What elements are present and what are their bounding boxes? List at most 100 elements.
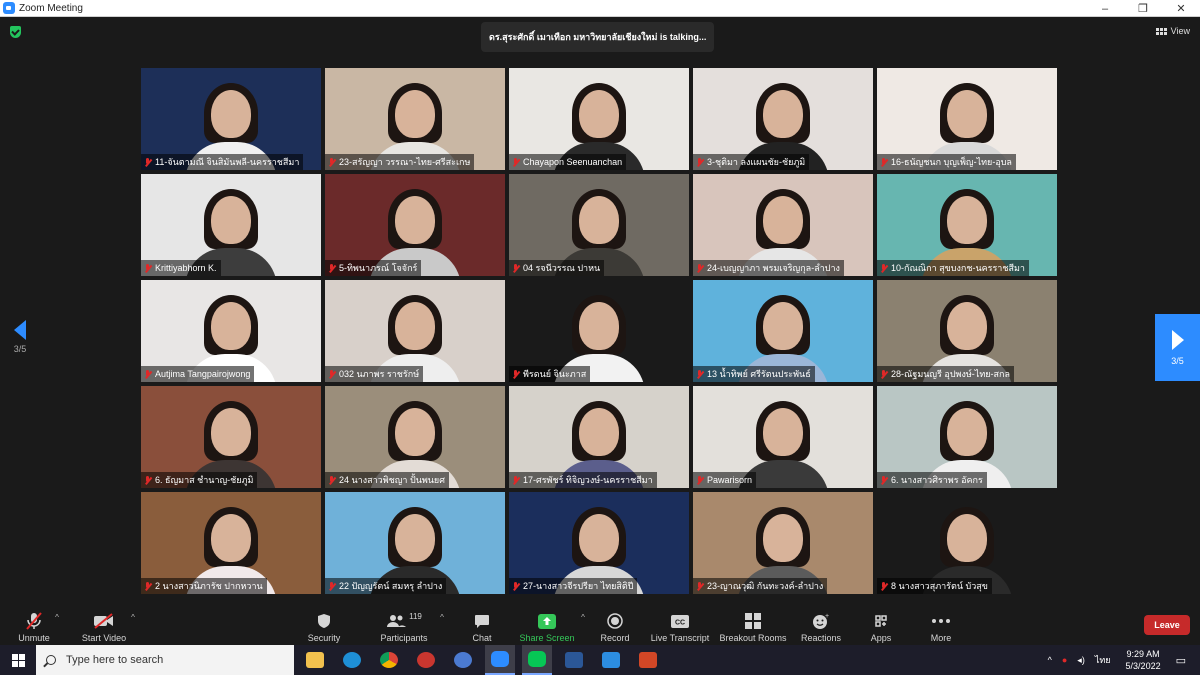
participant-name: 3-ชุติมา ลงแผนชัย-ชัยภูมิ [707,157,806,167]
word-app[interactable] [559,645,589,675]
speaker-icon[interactable]: ◂) [1077,655,1085,666]
line-app[interactable] [522,645,552,675]
next-page-indicator: 3/5 [1171,355,1184,366]
talking-banner: ดร.สุระศักดิ์ เมาเทือก มหาวิทยาลัยเชียงใ… [481,22,715,52]
zoom-app[interactable] [485,645,515,675]
chevron-up-icon[interactable]: ^ [1048,655,1052,665]
live-transcript-button[interactable]: CC Live Transcript [650,607,710,643]
participant-face [947,90,987,138]
breakout-rooms-button[interactable]: Breakout Rooms [718,607,788,643]
participant-tile[interactable]: 10-กัณณิกา สุขบงกช-นครราชสีมา [877,174,1057,276]
participant-name: 04 รจนีวรรณ ปาหน [523,263,601,273]
participant-tile[interactable]: 3-ชุติมา ลงแผนชัย-ชัยภูมิ [693,68,873,170]
participant-tile[interactable]: Autjima Tangpairojwong [141,280,321,382]
participant-name-label: 5-ทิพนาภรณ์ โจจักร์ [325,260,422,276]
participant-tile[interactable]: 22 ปัญญรัตน์ สมหรุ ลำปาง [325,492,505,594]
apps-icon [873,611,889,631]
minimize-button[interactable]: – [1086,0,1124,17]
reactions-button[interactable]: + Reactions [800,607,842,644]
participant-face [763,408,803,456]
participant-tile[interactable]: 6. ธัญมาส ชำนาญ-ชัยภูมิ [141,386,321,488]
participant-tile[interactable]: 04 รจนีวรรณ ปาหน [509,174,689,276]
participant-name: Pawarisorn [707,475,753,485]
participant-name: 17-ศรพัชร์ ทิจิญวงษ์-นครราชสีมา [523,475,653,485]
network-alert-icon[interactable]: ● [1062,655,1067,665]
app-5[interactable] [448,645,478,675]
prev-page-button[interactable]: 3/5 [8,320,32,354]
next-page-button[interactable]: 3/5 [1155,314,1200,381]
leave-button[interactable]: Leave [1144,615,1190,635]
close-button[interactable]: ✕ [1162,0,1200,17]
security-button[interactable]: Security [304,607,344,643]
clock[interactable]: 9:29 AM 5/3/2022 [1126,648,1161,672]
participant-tile[interactable]: 23-ญาณวุฒิ กันทะวงค์-ลำปาง [693,492,873,594]
participants-options-caret[interactable]: ^ [437,607,447,643]
video-options-caret[interactable]: ^ [128,607,138,643]
participant-face [211,196,251,244]
participant-tile[interactable]: Pawarisorn [693,386,873,488]
participant-tile[interactable]: 28-ณัฐมนญรี อุปพงษ์-ไทย-สกล [877,280,1057,382]
participant-tile[interactable]: พีรดนย์ จินะภาส [509,280,689,382]
taskbar-search-box[interactable]: Type here to search [36,645,294,675]
more-button[interactable]: More [924,607,958,643]
participants-button[interactable]: 119 Participants [376,607,432,644]
mic-muted-icon [512,475,519,485]
participant-name-label: 6. ธัญมาส ชำนาญ-ชัยภูมิ [141,472,258,488]
file-explorer-app[interactable] [300,645,330,675]
apps-button[interactable]: Apps [864,607,898,643]
mic-muted-icon [328,581,335,591]
unmute-button[interactable]: Unmute [16,607,52,643]
powerpoint-app[interactable] [633,645,663,675]
participant-name-label: 23-สรัญญา วรรณา-ไทย-ศรีสะเกษ [325,154,475,170]
participant-name-label: 16-ธนัญชนก บุญเพ็ญ-ไทย-อุบล [877,154,1016,170]
closed-caption-icon: CC [671,611,689,631]
line-icon [528,651,546,667]
participant-name-label: 3-ชุติมา ลงแผนชัย-ชัยภูมิ [693,154,810,170]
participant-tile[interactable]: 11-จันตามณี จินสิมันพลี-นครราชสีมา [141,68,321,170]
start-button[interactable] [0,645,36,675]
participant-name: 11-จันตามณี จินสิมันพลี-นครราชสีมา [155,157,300,167]
participant-tile[interactable]: 17-ศรพัชร์ ทิจิญวงษ์-นครราชสีมา [509,386,689,488]
participant-tile[interactable]: 5-ทิพนาภรณ์ โจจักร์ [325,174,505,276]
participant-name-label: 22 ปัญญรัตน์ สมหรุ ลำปาง [325,578,447,594]
participant-tile[interactable]: 24-เบญญาภา พรมเจริญกุล-ลำปาง [693,174,873,276]
app-5-icon [454,652,472,668]
participant-tile[interactable]: 16-ธนัญชนก บุญเพ็ญ-ไทย-อุบล [877,68,1057,170]
participant-face [211,514,251,562]
participant-name-label: Chayapon Seenuanchan [509,154,627,170]
view-button[interactable]: View [1155,26,1190,36]
security-shield-icon[interactable] [10,26,21,38]
participant-tile[interactable]: 8 นางสาวสุภารัตน์ บัวสุข [877,492,1057,594]
share-options-caret[interactable]: ^ [578,607,588,643]
participant-name: 23-สรัญญา วรรณา-ไทย-ศรีสะเกษ [339,157,471,167]
record-button[interactable]: Record [598,607,632,643]
audio-options-caret[interactable]: ^ [52,607,62,643]
participant-tile[interactable]: 24 นางสาวพิชญา ปั้นพนยศ [325,386,505,488]
participant-name: 16-ธนัญชนก บุญเพ็ญ-ไทย-อุบล [891,157,1012,167]
app-4[interactable] [411,645,441,675]
participant-tile[interactable]: Chayapon Seenuanchan [509,68,689,170]
chat-button[interactable]: Chat [466,607,498,643]
participant-tile[interactable]: Krittiyabhorn K. [141,174,321,276]
notifications-icon[interactable]: ▭ [1176,654,1186,667]
photos-app[interactable] [596,645,626,675]
meeting-area: ดร.สุระศักดิ์ เมาเทือก มหาวิทยาลัยเชียงใ… [0,17,1200,605]
participant-tile[interactable]: 27-นางสาวจีรปรียา ไทยสิติปี [509,492,689,594]
language-indicator[interactable]: ไทย [1095,653,1111,667]
security-label: Security [307,633,341,643]
participant-tile[interactable]: 032 นภาพร ราชรักษ์ [325,280,505,382]
chrome-app[interactable] [374,645,404,675]
participant-face [395,196,435,244]
chat-bubble-icon [474,611,490,631]
participant-face [395,408,435,456]
edge-app[interactable] [337,645,367,675]
participant-tile[interactable]: 23-สรัญญา วรรณา-ไทย-ศรีสะเกษ [325,68,505,170]
participant-tile[interactable]: 13 น้ำทิพย์ ศรีรัตนประพันธ์ [693,280,873,382]
maximize-button[interactable]: ❐ [1124,0,1162,17]
start-video-button[interactable]: Start Video [80,607,128,643]
participant-tile[interactable]: 2 นางสาวนิภารัช ปากหวาน [141,492,321,594]
apps-label: Apps [870,633,892,643]
share-screen-button[interactable]: Share Screen [518,607,576,643]
participant-tile[interactable]: 6. นางสาวศิราพร อัคกร [877,386,1057,488]
mic-muted-icon [512,157,519,167]
